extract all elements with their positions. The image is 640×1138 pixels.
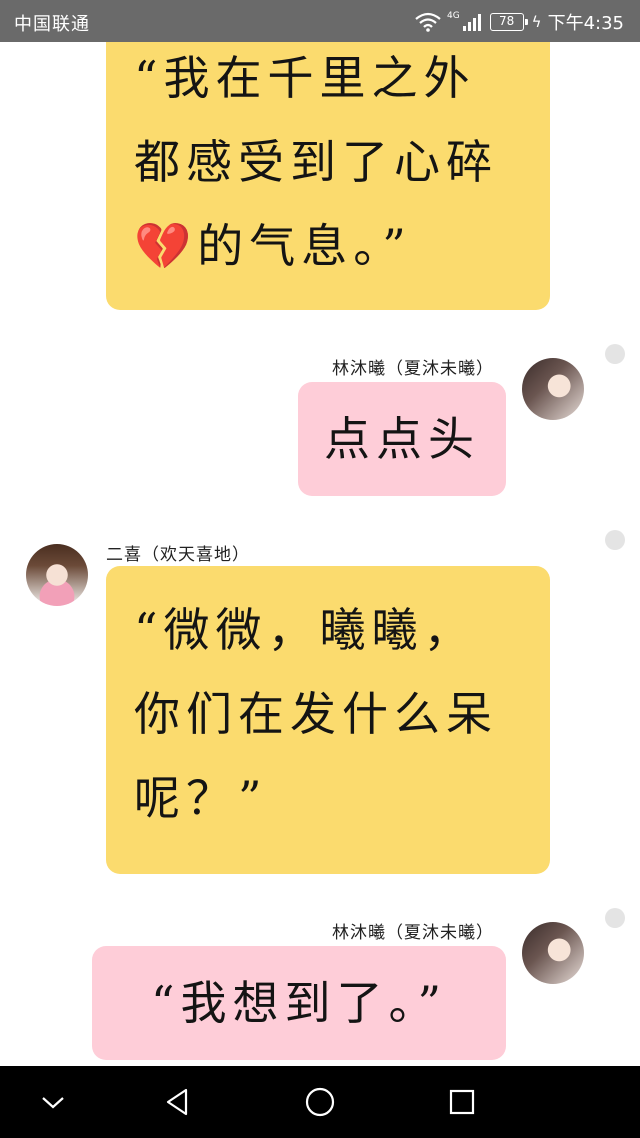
message-bubble[interactable]: “我在千里之外 都感受到了心碎 💔的气息。” — [106, 42, 550, 310]
avatar[interactable] — [522, 922, 584, 984]
status-icons: 4G 78 ϟ 下午4:35 — [415, 9, 624, 35]
battery-icon: 78 — [489, 13, 528, 31]
message-text: “我想到了。” — [150, 976, 448, 1030]
sender-name: 林沐曦（夏沐未曦） — [332, 359, 494, 379]
message-text: “我在千里之外 都感受到了心碎 💔的气息。” — [134, 51, 498, 273]
wifi-icon — [415, 12, 441, 32]
clock: 下午4:35 — [547, 13, 624, 34]
sender-name: 二喜（欢天喜地） — [106, 545, 250, 565]
avatar[interactable] — [522, 358, 584, 420]
home-button[interactable] — [300, 1084, 340, 1120]
home-icon — [305, 1087, 335, 1117]
status-bar: 中国联通 4G 78 ϟ 下午4:35 — [0, 0, 640, 42]
message-bubble[interactable]: “微微，曦曦， 你们在发什么呆 呢？” — [106, 566, 550, 874]
select-dot[interactable] — [605, 530, 625, 550]
charging-icon: ϟ — [531, 13, 542, 31]
message-text: 点点头 — [324, 412, 480, 466]
avatar[interactable] — [26, 544, 88, 606]
message-bubble[interactable]: “我想到了。” — [92, 946, 506, 1060]
select-dot[interactable] — [605, 344, 625, 364]
collapse-icon — [42, 1097, 64, 1109]
collapse-button[interactable] — [33, 1084, 73, 1120]
signal-icon — [462, 14, 481, 31]
network-type-label: 4G — [446, 11, 460, 21]
back-button[interactable] — [157, 1084, 197, 1120]
recents-button[interactable] — [442, 1084, 482, 1120]
sender-name: 林沐曦（夏沐未曦） — [332, 923, 494, 943]
navigation-bar — [0, 1066, 640, 1138]
message-bubble[interactable]: 点点头 — [298, 382, 506, 496]
recents-icon — [449, 1089, 475, 1115]
select-dot[interactable] — [605, 908, 625, 928]
message-text: “微微，曦曦， 你们在发什么呆 呢？” — [134, 603, 498, 825]
chat-area[interactable]: “我在千里之外 都感受到了心碎 💔的气息。” 林沐曦（夏沐未曦） 点点头 二喜（… — [0, 42, 640, 1066]
back-icon — [166, 1088, 188, 1116]
carrier-label: 中国联通 — [14, 14, 90, 35]
